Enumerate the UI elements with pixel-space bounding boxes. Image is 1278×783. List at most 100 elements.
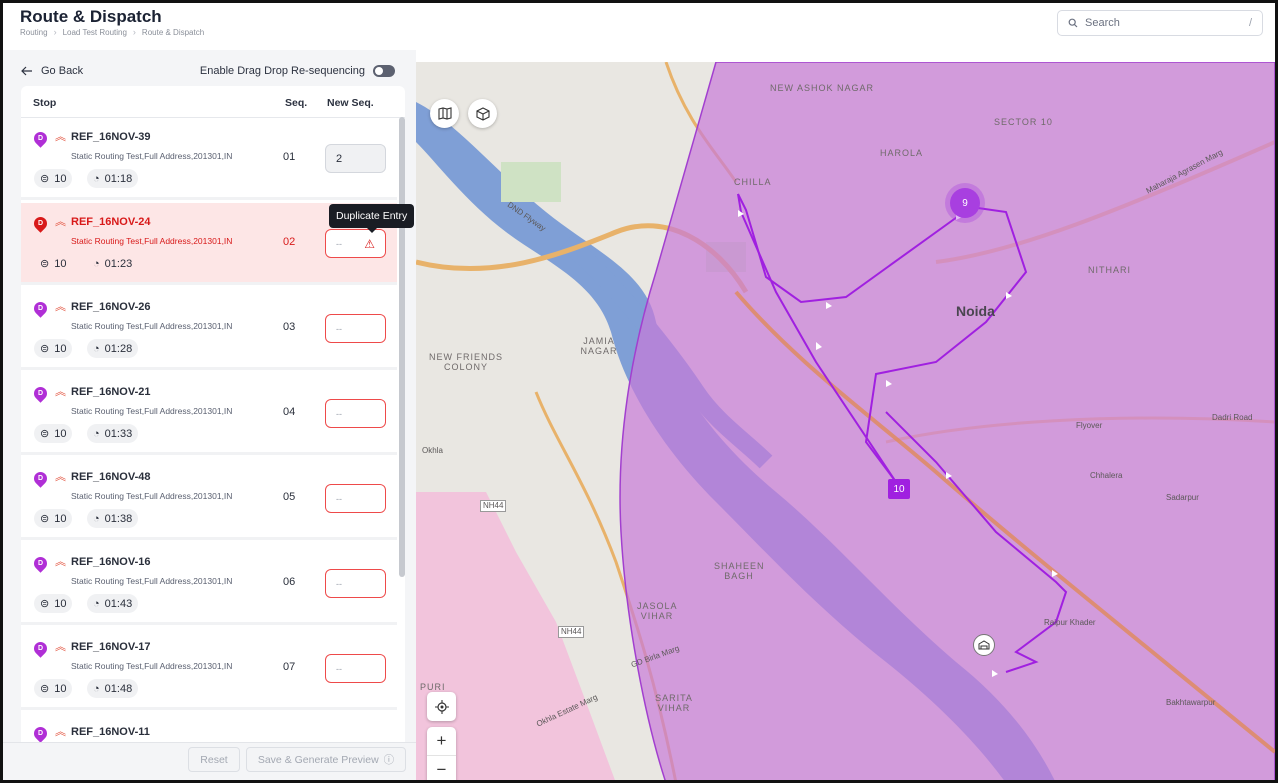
map-view-button[interactable] <box>430 99 459 128</box>
new-seq-input[interactable]: -- <box>325 314 386 343</box>
package-count: ⊜ 10 <box>34 509 73 528</box>
stop-address: Static Routing Test,Full Address,201301,… <box>71 321 233 331</box>
stop-ref: REF_16NOV-11 <box>71 726 150 738</box>
eta-time: ◔ 01:48 <box>87 679 139 698</box>
go-back-button[interactable]: Go Back <box>21 65 83 77</box>
new-seq-input[interactable]: -- <box>325 484 386 513</box>
map-label: SHAHEEN BAGH <box>714 561 765 581</box>
save-generate-preview-button[interactable]: Save & Generate Preview ⓘ <box>246 747 406 772</box>
search-icon <box>1068 18 1078 28</box>
depot-warehouse-icon[interactable] <box>973 634 995 656</box>
new-seq-input[interactable]: 2 <box>325 144 386 173</box>
delivery-pin-icon: D <box>31 384 50 403</box>
map-label: Chhalera <box>1090 471 1123 480</box>
stop-seq: 07 <box>283 661 296 673</box>
zoom-in-button[interactable]: + <box>427 727 456 755</box>
map-label: Bakhtawarpur <box>1166 698 1216 707</box>
eta-time: ◔ 01:33 <box>87 424 139 443</box>
app-frame: Route & Dispatch Routing › Load Test Rou… <box>0 0 1278 783</box>
stop-seq: 01 <box>283 151 296 163</box>
stops-panel: Go Back Enable Drag Drop Re-sequencing S… <box>3 50 416 780</box>
new-seq-input[interactable]: -- <box>325 654 386 683</box>
stops-table: Stop Seq. New Seq. D ︽ REF_16NOV-39 Stat… <box>21 86 405 746</box>
stop-row[interactable]: D ︽ REF_16NOV-39 Static Routing Test,Ful… <box>21 118 397 200</box>
breadcrumb-load-test-routing[interactable]: Load Test Routing <box>63 28 127 37</box>
road-shield: NH44 <box>480 500 507 512</box>
stop-ref: REF_16NOV-21 <box>71 386 151 398</box>
breadcrumb-current: Route & Dispatch <box>141 27 205 37</box>
stop-row[interactable]: D ︽ REF_16NOV-17 Static Routing Test,Ful… <box>21 628 397 710</box>
info-icon: ⓘ <box>383 754 395 766</box>
stop-seq: 02 <box>283 236 296 248</box>
breadcrumb-routing[interactable]: Routing <box>20 28 48 37</box>
page-title: Route & Dispatch <box>20 7 162 26</box>
map-label: Okhla <box>422 446 443 455</box>
stop-seq: 03 <box>283 321 296 333</box>
new-seq-input[interactable]: -- ⚠ <box>325 229 386 258</box>
breadcrumb-separator-icon: › <box>53 27 57 37</box>
map-label: Raipur Khader <box>1044 618 1096 627</box>
reset-button[interactable]: Reset <box>188 747 240 772</box>
stop-ref: REF_16NOV-48 <box>71 471 151 483</box>
priority-chevron-icon: ︽ <box>55 386 66 398</box>
route-map[interactable]: NEW ASHOK NAGAR SECTOR 10 HAROLA CHILLA … <box>416 62 1275 780</box>
duplicate-entry-tooltip: Duplicate Entry <box>329 204 415 233</box>
stop-address: Static Routing Test,Full Address,201301,… <box>71 236 233 246</box>
stop-ref: REF_16NOV-24 <box>71 216 151 228</box>
panel-footer: Reset Save & Generate Preview ⓘ <box>3 742 416 780</box>
map-label: JAMIA NAGAR <box>580 336 618 356</box>
delivery-pin-icon: D <box>31 639 50 658</box>
new-seq-input[interactable]: -- <box>325 569 386 598</box>
package-icon: ⊜ <box>40 513 50 525</box>
stop-address: Static Routing Test,Full Address,201301,… <box>71 491 233 501</box>
arrow-left-icon <box>21 66 32 76</box>
package-count: ⊜ 10 <box>34 339 73 358</box>
stop-row[interactable]: D ︽ REF_16NOV-26 Static Routing Test,Ful… <box>21 288 397 370</box>
stop-ref: REF_16NOV-16 <box>71 556 151 568</box>
map-label: NEW ASHOK NAGAR <box>770 83 875 93</box>
go-back-label: Go Back <box>41 65 84 77</box>
package-icon: ⊜ <box>40 598 50 610</box>
list-scrollbar[interactable] <box>399 117 405 577</box>
column-seq: Seq. <box>285 97 308 109</box>
table-header: Stop Seq. New Seq. <box>21 86 405 118</box>
map-label: Noida <box>956 303 995 319</box>
priority-chevron-icon: ︽ <box>55 301 66 313</box>
drag-drop-setting: Enable Drag Drop Re-sequencing <box>200 65 395 77</box>
package-icon: ⊜ <box>40 258 50 270</box>
clock-icon: ◔ <box>93 512 100 525</box>
package-count: ⊜ 10 <box>34 679 73 698</box>
clock-icon: ◔ <box>93 172 100 185</box>
priority-chevron-icon: ︽ <box>55 641 66 653</box>
page-header: Route & Dispatch Routing › Load Test Rou… <box>3 3 1275 50</box>
delivery-pin-icon: D <box>31 724 50 743</box>
clock-icon: ◔ <box>93 682 100 695</box>
map-label: SECTOR 10 <box>994 117 1053 127</box>
panel-toolbar: Go Back Enable Drag Drop Re-sequencing <box>21 61 395 81</box>
map-canvas <box>416 62 1275 780</box>
stop-ref: REF_16NOV-39 <box>71 131 151 143</box>
3d-view-button[interactable] <box>468 99 497 128</box>
stop-marker[interactable]: 10 <box>888 479 910 499</box>
map-label: Dadri Road <box>1212 413 1253 422</box>
drag-drop-toggle[interactable] <box>373 65 395 77</box>
stop-row[interactable]: D ︽ REF_16NOV-16 Static Routing Test,Ful… <box>21 543 397 625</box>
delivery-pin-icon: D <box>31 299 50 318</box>
clock-icon: ◔ <box>93 342 100 355</box>
breadcrumb: Routing › Load Test Routing › Route & Di… <box>20 27 204 37</box>
stop-row[interactable]: D ︽ REF_16NOV-21 Static Routing Test,Ful… <box>21 373 397 455</box>
stop-address: Static Routing Test,Full Address,201301,… <box>71 406 233 416</box>
search-input[interactable]: Search / <box>1057 10 1263 36</box>
cube-icon <box>475 106 490 121</box>
package-icon: ⊜ <box>40 173 50 185</box>
stop-address: Static Routing Test,Full Address,201301,… <box>71 661 233 671</box>
warning-icon[interactable]: ⚠ <box>364 237 375 251</box>
zoom-out-button[interactable]: − <box>427 756 456 780</box>
stop-cluster-marker[interactable]: 9 <box>950 188 980 218</box>
search-placeholder: Search <box>1085 17 1120 29</box>
priority-chevron-icon: ︽ <box>55 131 66 143</box>
new-seq-input[interactable]: -- <box>325 399 386 428</box>
package-icon: ⊜ <box>40 683 50 695</box>
my-location-button[interactable] <box>427 692 456 721</box>
stop-row[interactable]: D ︽ REF_16NOV-48 Static Routing Test,Ful… <box>21 458 397 540</box>
